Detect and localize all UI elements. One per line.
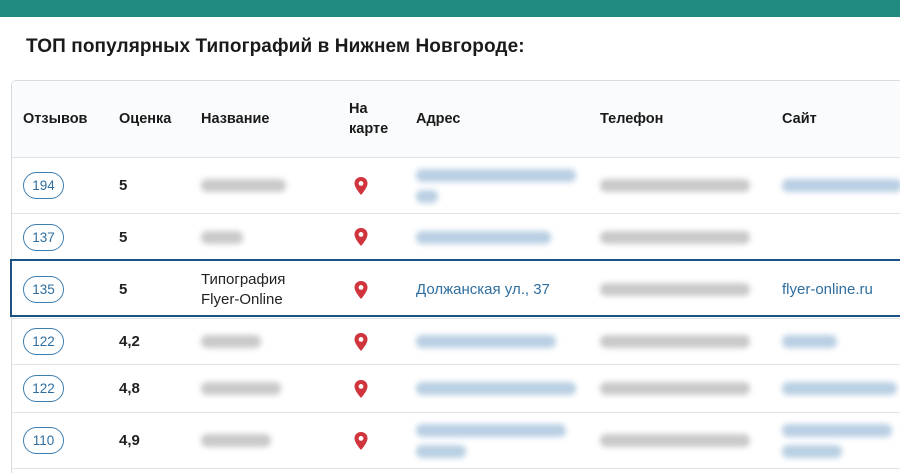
- blurred-address[interactable]: [416, 382, 576, 395]
- header-map-line2: карте: [349, 121, 389, 137]
- reviews-badge[interactable]: 122: [23, 375, 64, 402]
- table-row-highlighted[interactable]: 135 5 Типография Flyer-Online Должанская…: [12, 261, 900, 319]
- header-rating[interactable]: Оценка: [119, 81, 197, 157]
- table-row[interactable]: 110 4,9: [12, 413, 900, 469]
- table-row[interactable]: 122 4,2: [12, 319, 900, 365]
- header-map: На карте: [349, 81, 409, 157]
- company-name-line1: Типография: [201, 270, 286, 288]
- printers-table: Отзывов Оценка Название На карте Адрес Т…: [11, 80, 900, 473]
- blurred-name: [201, 230, 243, 244]
- page-title: ТОП популярных Типографий в Нижнем Новго…: [26, 36, 525, 57]
- reviews-badge[interactable]: 135: [23, 276, 64, 303]
- blurred-site[interactable]: [782, 335, 837, 348]
- site-link[interactable]: flyer-online.ru: [782, 261, 900, 318]
- reviews-badge[interactable]: 194: [23, 172, 64, 199]
- rating-value: 4,8: [119, 380, 140, 397]
- blurred-address[interactable]: [416, 335, 556, 348]
- blurred-site[interactable]: [782, 382, 897, 395]
- rating-value: 4,2: [119, 333, 140, 350]
- header-phone[interactable]: Телефон: [600, 81, 775, 157]
- blurred-phone: [600, 382, 750, 395]
- map-pin-icon[interactable]: [354, 280, 368, 299]
- map-pin-icon[interactable]: [354, 379, 368, 398]
- map-pin-icon[interactable]: [354, 228, 368, 246]
- blurred-phone: [600, 335, 750, 348]
- reviews-badge[interactable]: 110: [23, 427, 64, 454]
- blurred-address[interactable]: [416, 423, 566, 437]
- blurred-name: [201, 335, 261, 348]
- table-row[interactable]: 137 5: [12, 214, 900, 261]
- blurred-phone: [600, 230, 750, 244]
- blurred-site[interactable]: [782, 423, 892, 437]
- blurred-name: [201, 382, 281, 395]
- blurred-phone: [600, 179, 750, 192]
- blurred-phone: [600, 434, 750, 447]
- company-name-line2: Flyer-Online: [201, 290, 283, 308]
- header-site[interactable]: Сайт: [782, 81, 900, 157]
- blurred-address[interactable]: [416, 230, 551, 244]
- blurred-name: [201, 179, 286, 192]
- blurred-address-line2[interactable]: [416, 444, 466, 458]
- reviews-badge[interactable]: 137: [23, 223, 64, 251]
- map-pin-icon[interactable]: [354, 431, 368, 450]
- map-pin-icon[interactable]: [354, 176, 368, 195]
- table-row[interactable]: 122 4,8: [12, 365, 900, 413]
- header-reviews[interactable]: Отзывов: [23, 81, 113, 157]
- table-row[interactable]: 194 5: [12, 158, 900, 214]
- blurred-site[interactable]: [782, 179, 900, 192]
- rating-value: 5: [119, 177, 128, 194]
- rating-value: 5: [119, 228, 128, 246]
- top-accent-bar: [0, 0, 900, 17]
- header-name[interactable]: Название: [201, 81, 346, 157]
- blurred-address-line2[interactable]: [416, 189, 438, 203]
- reviews-badge[interactable]: 122: [23, 328, 64, 355]
- blurred-address[interactable]: [416, 168, 576, 182]
- company-name: Типография Flyer-Online: [201, 261, 346, 318]
- header-address[interactable]: Адрес: [416, 81, 591, 157]
- address-link[interactable]: Должанская ул., 37: [416, 261, 591, 318]
- rating-value: 5: [119, 281, 128, 298]
- map-pin-icon[interactable]: [354, 332, 368, 351]
- blurred-name: [201, 434, 271, 447]
- blurred-phone: [600, 283, 750, 296]
- table-header: Отзывов Оценка Название На карте Адрес Т…: [12, 81, 900, 158]
- rating-value: 4,9: [119, 432, 140, 449]
- blurred-site-line2[interactable]: [782, 444, 842, 458]
- header-map-line1: На: [349, 101, 368, 117]
